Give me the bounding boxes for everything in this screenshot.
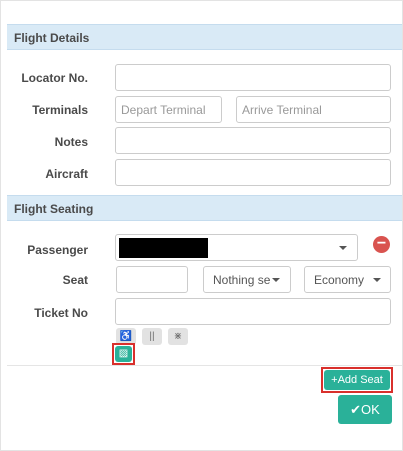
remove-passenger-button[interactable]: −: [373, 236, 390, 253]
car-option-button[interactable]: ▨: [115, 346, 132, 362]
meal-option-button[interactable]: ||: [142, 328, 162, 345]
flight-seating-header: Flight Seating: [7, 195, 402, 221]
flight-dialog: Flight Details Locator No. Terminals Not…: [0, 0, 403, 451]
chevron-down-icon: [272, 278, 280, 282]
wheelchair-icon: ♿: [119, 331, 133, 342]
cabin-class-value: Economy: [314, 273, 365, 287]
notes-label: Notes: [54, 135, 88, 149]
locator-label: Locator No.: [21, 71, 88, 85]
add-seat-button[interactable]: +Add Seat: [324, 370, 390, 390]
terminals-label: Terminals: [32, 103, 88, 117]
check-icon: ✔: [350, 402, 362, 417]
ok-label: OK: [361, 402, 380, 417]
meal-icon: ||: [149, 331, 155, 342]
minus-icon: −: [376, 235, 387, 252]
seat-preference-value: Nothing se: [213, 273, 271, 287]
seat-label: Seat: [62, 273, 88, 287]
aircraft-label: Aircraft: [45, 167, 88, 181]
chevron-down-icon: [373, 278, 381, 282]
locator-input[interactable]: [115, 64, 391, 91]
ticket-input[interactable]: [115, 298, 391, 325]
car-icon: ▨: [118, 348, 129, 359]
cabin-class-select[interactable]: Economy: [304, 266, 391, 293]
ok-button[interactable]: ✔OK: [338, 395, 392, 424]
depart-terminal-input[interactable]: [115, 96, 222, 123]
ticket-label: Ticket No: [34, 306, 88, 320]
seat-input[interactable]: [116, 266, 188, 293]
passenger-label: Passenger: [27, 243, 88, 257]
flight-details-header: Flight Details: [7, 24, 402, 50]
aircraft-input[interactable]: [115, 159, 391, 186]
accessibility-icon: ⋇: [173, 331, 183, 342]
add-seat-label: Add Seat: [337, 374, 383, 386]
seat-preference-select[interactable]: Nothing se: [203, 266, 291, 293]
redacted-passenger-name: [119, 238, 208, 258]
arrive-terminal-input[interactable]: [236, 96, 391, 123]
accessibility-option-button[interactable]: ⋇: [168, 328, 188, 345]
actions-divider: [7, 365, 402, 366]
chevron-down-icon: [339, 246, 347, 250]
notes-input[interactable]: [115, 127, 391, 154]
